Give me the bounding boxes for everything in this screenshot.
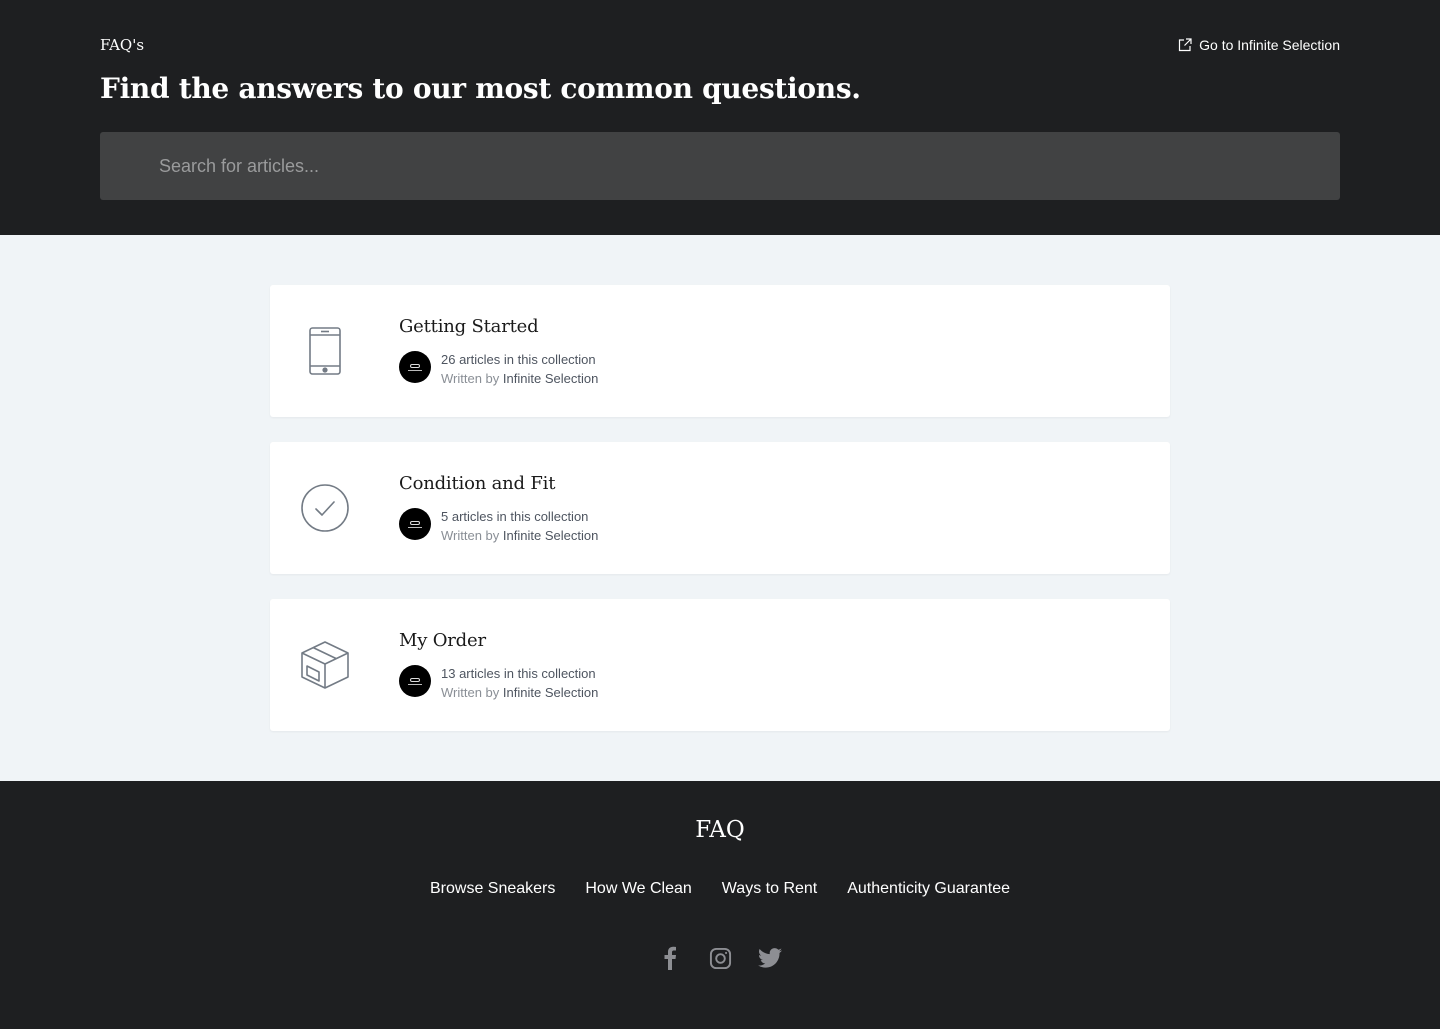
collections-list: Getting Started 26 articles in this coll… — [0, 235, 1440, 781]
page-header: FAQ's Go to Infinite Selection Find the … — [0, 0, 1440, 235]
collection-title: Condition and Fit — [399, 473, 556, 494]
package-box-icon — [300, 640, 350, 690]
search-bar — [100, 132, 1340, 200]
social-links — [0, 945, 1440, 971]
collection-card-my-order[interactable]: My Order 13 articles in this collection … — [270, 599, 1170, 731]
collection-title: My Order — [399, 630, 486, 651]
author-name: Infinite Selection — [502, 528, 599, 543]
author-name: Infinite Selection — [502, 371, 599, 386]
footer-link-how-we-clean[interactable]: How We Clean — [585, 880, 691, 898]
search-input[interactable] — [100, 132, 1340, 200]
collection-meta: 13 articles in this collection Written b… — [441, 664, 598, 702]
article-count: 26 articles in this collection — [441, 352, 596, 367]
collection-meta: 26 articles in this collection Written b… — [441, 350, 598, 388]
site-title[interactable]: FAQ's — [100, 36, 144, 54]
collection-card-getting-started[interactable]: Getting Started 26 articles in this coll… — [270, 285, 1170, 417]
footer-title[interactable]: FAQ — [0, 817, 1440, 843]
page-footer: FAQ Browse Sneakers How We Clean Ways to… — [0, 781, 1440, 1029]
go-to-site-label: Go to Infinite Selection — [1199, 37, 1340, 53]
author-name: Infinite Selection — [502, 685, 599, 700]
phone-icon — [300, 326, 350, 376]
footer-link-browse-sneakers[interactable]: Browse Sneakers — [430, 880, 555, 898]
header-inner: FAQ's Go to Infinite Selection Find the … — [100, 0, 1340, 235]
author-avatar — [399, 351, 431, 383]
article-count: 13 articles in this collection — [441, 666, 596, 681]
page-headline: Find the answers to our most common ques… — [100, 72, 861, 105]
collection-title: Getting Started — [399, 316, 539, 337]
author-avatar — [399, 508, 431, 540]
facebook-icon[interactable] — [658, 945, 682, 971]
twitter-icon[interactable] — [758, 945, 782, 971]
collection-card-condition-and-fit[interactable]: Condition and Fit 5 articles in this col… — [270, 442, 1170, 574]
external-link-icon — [1178, 38, 1192, 52]
written-by-label: Written by — [441, 528, 500, 543]
author-avatar — [399, 665, 431, 697]
check-circle-icon — [300, 483, 350, 533]
written-by-label: Written by — [441, 371, 500, 386]
go-to-site-link[interactable]: Go to Infinite Selection — [1178, 37, 1340, 53]
article-count: 5 articles in this collection — [441, 509, 589, 524]
written-by-label: Written by — [441, 685, 500, 700]
collection-meta: 5 articles in this collection Written by… — [441, 507, 598, 545]
footer-link-authenticity-guarantee[interactable]: Authenticity Guarantee — [847, 880, 1010, 898]
footer-link-ways-to-rent[interactable]: Ways to Rent — [722, 880, 817, 898]
instagram-icon[interactable] — [708, 945, 732, 971]
footer-nav: Browse Sneakers How We Clean Ways to Ren… — [0, 880, 1440, 898]
